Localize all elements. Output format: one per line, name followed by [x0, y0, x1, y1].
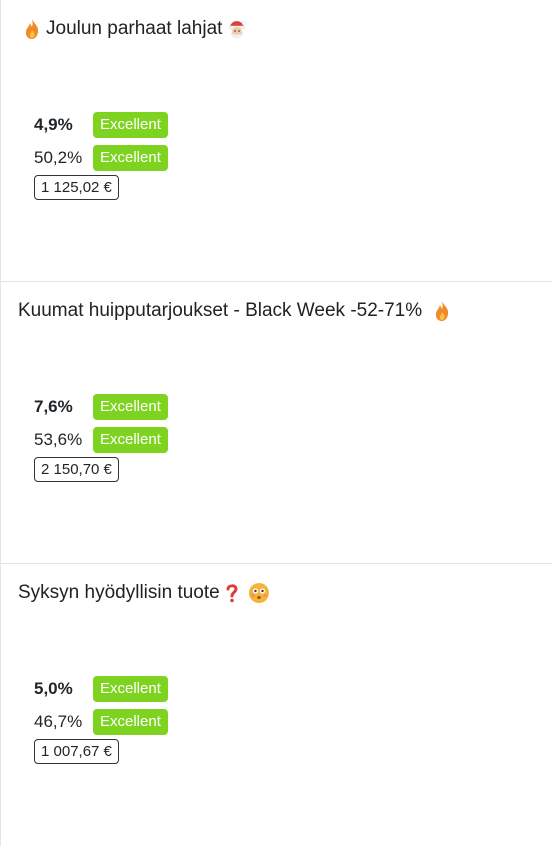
- campaign-card[interactable]: Kuumat huipputarjoukset - Black Week -52…: [1, 282, 552, 564]
- rating-badge: Excellent: [93, 675, 168, 702]
- rating-badge: Excellent: [93, 426, 168, 453]
- metrics: 4,9% Excellent 50,2% Excellent 1 125,02 …: [34, 108, 234, 200]
- revenue-box: 2 150,70 €: [34, 457, 119, 482]
- metric-value: 46,7%: [34, 711, 83, 731]
- metric-row-1: 7,6% Excellent: [34, 390, 234, 423]
- metric-value: 7,6%: [34, 396, 73, 416]
- campaign-list: Joulun parhaat lahjat 4,9% Excellent 50,…: [0, 0, 552, 846]
- campaign-title[interactable]: Joulun parhaat lahjat: [22, 18, 247, 40]
- rating-badge: Excellent: [93, 708, 168, 735]
- campaign-title[interactable]: Syksyn hyödyllisin tuote: [18, 582, 269, 604]
- question-mark-icon: [224, 582, 244, 604]
- metric-row-2: 53,6% Excellent: [34, 423, 234, 456]
- fire-icon: [22, 18, 42, 40]
- flushed-face-icon: [248, 582, 269, 604]
- campaign-title[interactable]: Kuumat huipputarjoukset - Black Week -52…: [18, 300, 452, 322]
- campaign-card[interactable]: Syksyn hyödyllisin tuote 5,0% Excellent …: [1, 564, 552, 846]
- rating-badge: Excellent: [93, 393, 168, 420]
- metric-value: 50,2%: [34, 147, 83, 167]
- metric-row-2: 46,7% Excellent: [34, 705, 234, 738]
- metric-row-2: 50,2% Excellent: [34, 141, 234, 174]
- campaign-card[interactable]: Joulun parhaat lahjat 4,9% Excellent 50,…: [1, 0, 552, 282]
- rating-badge: Excellent: [93, 111, 168, 138]
- metrics: 7,6% Excellent 53,6% Excellent 2 150,70 …: [34, 390, 234, 482]
- campaign-title-text: Joulun parhaat lahjat: [46, 18, 223, 39]
- metric-row-1: 5,0% Excellent: [34, 672, 234, 705]
- metric-value: 53,6%: [34, 429, 83, 449]
- campaign-title-text: Kuumat huipputarjoukset - Black Week -52…: [18, 300, 423, 321]
- metric-value: 4,9%: [34, 114, 73, 134]
- santa-icon: [226, 18, 247, 40]
- campaign-title-text: Syksyn hyödyllisin tuote: [18, 582, 220, 603]
- metrics: 5,0% Excellent 46,7% Excellent 1 007,67 …: [34, 672, 234, 764]
- revenue-box: 1 007,67 €: [34, 739, 119, 764]
- metric-value: 5,0%: [34, 678, 73, 698]
- revenue-box: 1 125,02 €: [34, 175, 119, 200]
- metric-row-1: 4,9% Excellent: [34, 108, 234, 141]
- rating-badge: Excellent: [93, 144, 168, 171]
- fire-icon: [432, 300, 452, 322]
